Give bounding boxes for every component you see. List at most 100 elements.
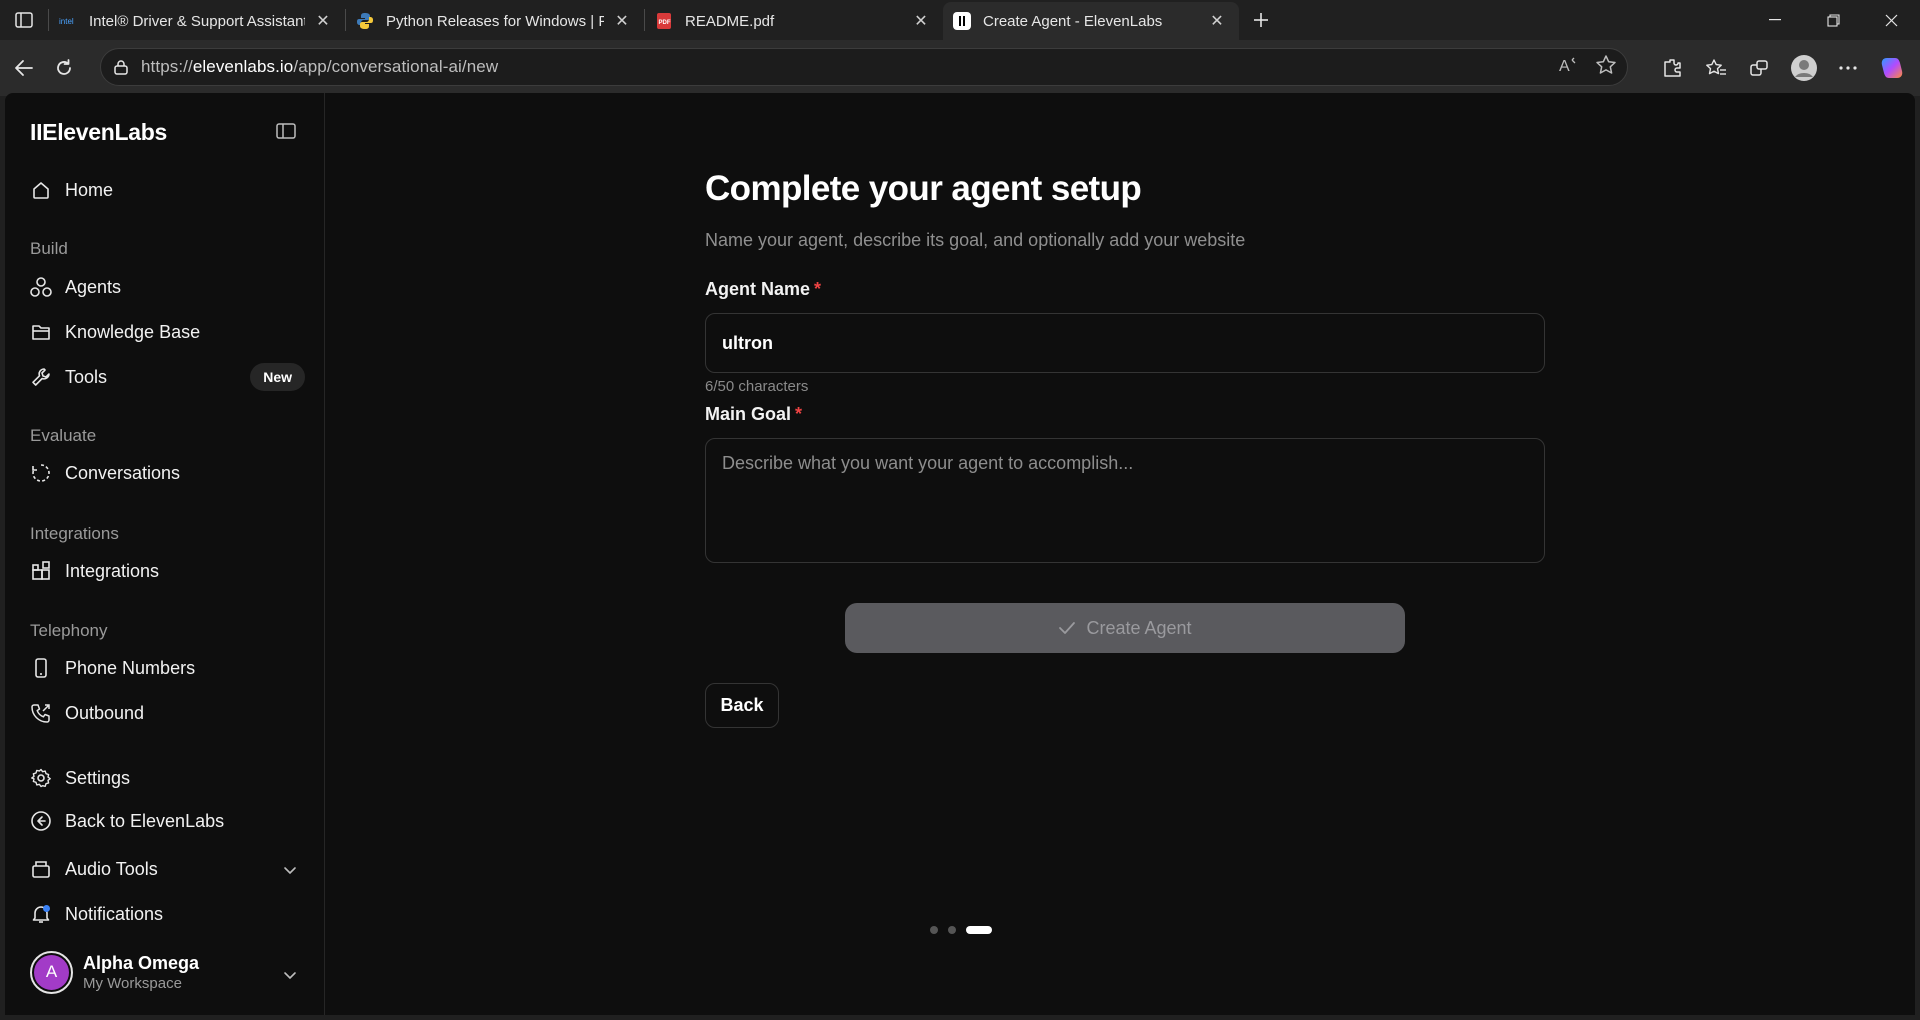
read-aloud-icon[interactable]: A: [1559, 56, 1581, 79]
sidebar-item-tools[interactable]: Tools New: [30, 359, 305, 395]
sidebar-item-conversations[interactable]: Conversations: [30, 455, 305, 491]
address-bar[interactable]: https://elevenlabs.io/app/conversational…: [100, 48, 1628, 86]
favorites-icon[interactable]: [1694, 48, 1738, 88]
folder-icon: [30, 321, 52, 343]
extensions-icon[interactable]: [1650, 48, 1694, 88]
sidebar-item-label: Settings: [65, 767, 131, 788]
browser-tab-elevenlabs[interactable]: Create Agent - ElevenLabs ✕: [943, 2, 1239, 40]
tab-title: Create Agent - ElevenLabs: [983, 12, 1163, 30]
copilot-icon[interactable]: [1870, 48, 1914, 88]
create-agent-button[interactable]: Create Agent: [845, 603, 1405, 653]
page: IIElevenLabs Home Build Agents Knowledge…: [5, 93, 1915, 1015]
collections-icon[interactable]: [1738, 48, 1782, 88]
notification-dot: [43, 905, 50, 912]
section-build: Build: [30, 239, 68, 258]
sidebar-item-label: Integrations: [65, 560, 160, 581]
close-icon[interactable]: ✕: [311, 9, 335, 33]
sidebar-item-label: Agents: [65, 276, 122, 297]
outbound-call-icon: [30, 702, 52, 724]
main-goal-textarea[interactable]: Describe what you want your agent to acc…: [705, 438, 1545, 563]
sidebar-item-knowledge-base[interactable]: Knowledge Base: [30, 314, 305, 350]
page-subtitle: Name your agent, describe its goal, and …: [705, 230, 1246, 250]
wrench-icon: [30, 366, 52, 388]
user-info: Alpha Omega My Workspace: [83, 953, 199, 992]
address-bar-actions: A: [1559, 49, 1617, 85]
back-circle-icon: [30, 810, 52, 832]
step-dot-active[interactable]: [966, 926, 992, 934]
tab-actions-icon[interactable]: [0, 0, 48, 40]
step-dot[interactable]: [948, 926, 956, 934]
agent-name-input[interactable]: ultron: [705, 313, 1545, 373]
sidebar-item-label: Phone Numbers: [65, 657, 196, 678]
close-icon[interactable]: ✕: [610, 9, 634, 33]
svg-text:PDF: PDF: [659, 20, 671, 26]
more-menu-icon[interactable]: [1826, 48, 1870, 88]
required-mark: *: [795, 404, 803, 424]
sidebar-item-integrations[interactable]: Integrations: [30, 553, 305, 589]
integrations-icon: [30, 560, 52, 582]
sidebar-item-home[interactable]: Home: [30, 172, 305, 208]
tab-title: Intel® Driver & Support Assistant: [89, 12, 305, 30]
refresh-icon[interactable]: [44, 48, 84, 88]
back-button[interactable]: Back: [705, 683, 779, 728]
home-icon: [30, 179, 52, 201]
tab-title: README.pdf: [685, 12, 775, 30]
step-indicator: [930, 926, 992, 934]
toolbar-right: [1650, 48, 1914, 88]
sidebar-item-label: Back to ElevenLabs: [65, 810, 225, 831]
browser-toolbar: https://elevenlabs.io/app/conversational…: [0, 40, 1920, 96]
browser-tab-python[interactable]: Python Releases for Windows | Py ✕: [346, 3, 644, 39]
chevron-down-icon[interactable]: [283, 859, 297, 880]
close-icon[interactable]: ✕: [909, 9, 933, 33]
phone-icon: [30, 657, 52, 679]
close-window-icon[interactable]: [1862, 0, 1920, 40]
sidebar-item-label: Conversations: [65, 462, 181, 483]
svg-text:intel: intel: [59, 17, 74, 26]
favorite-star-icon[interactable]: [1595, 54, 1617, 81]
lock-icon[interactable]: [101, 59, 141, 75]
close-icon[interactable]: ✕: [1205, 9, 1229, 33]
sidebar-item-phone-numbers[interactable]: Phone Numbers: [30, 650, 305, 686]
window-controls: [1746, 0, 1920, 40]
char-counter: 6/50 characters: [705, 378, 809, 395]
sidebar-item-settings[interactable]: Settings: [30, 760, 305, 796]
conversations-icon: [30, 462, 52, 484]
intel-icon: intel: [59, 12, 77, 30]
browser-tab-bar: intel Intel® Driver & Support Assistant …: [0, 0, 1920, 40]
sidebar-item-label: Outbound: [65, 702, 145, 723]
check-icon: [1059, 622, 1076, 634]
url-text[interactable]: https://elevenlabs.io/app/conversational…: [141, 57, 498, 77]
restore-icon[interactable]: [1804, 0, 1862, 40]
profile-icon[interactable]: [1782, 48, 1826, 88]
main-goal-label: Main Goal *: [705, 404, 803, 424]
sidebar-collapse-icon[interactable]: [276, 123, 296, 139]
tab-title: Python Releases for Windows | Py: [386, 12, 604, 30]
sidebar-item-outbound[interactable]: Outbound: [30, 695, 305, 731]
browser-tab-readme[interactable]: PDF README.pdf ✕: [645, 3, 943, 39]
browser-tab-intel[interactable]: intel Intel® Driver & Support Assistant …: [49, 3, 345, 39]
gear-icon: [30, 767, 52, 789]
svg-text:A: A: [1559, 58, 1570, 74]
section-telephony: Telephony: [30, 621, 108, 640]
user-menu[interactable]: A Alpha Omega My Workspace: [30, 949, 305, 995]
minimize-icon[interactable]: [1746, 0, 1804, 40]
user-name: Alpha Omega: [83, 952, 200, 973]
avatar: A: [30, 950, 73, 994]
step-dot[interactable]: [930, 926, 938, 934]
chevron-down-icon[interactable]: [283, 967, 297, 985]
elevenlabs-logo[interactable]: IIElevenLabs: [30, 119, 167, 146]
pdf-icon: PDF: [655, 12, 673, 30]
sidebar-item-back-to-elevenlabs[interactable]: Back to ElevenLabs: [30, 803, 305, 839]
new-badge: New: [250, 363, 305, 391]
agents-icon: [30, 276, 52, 298]
workspace-name: My Workspace: [83, 974, 182, 992]
main-content: Complete your agent setup Name your agen…: [325, 93, 1915, 1015]
sidebar-item-notifications[interactable]: Notifications: [30, 896, 305, 932]
back-arrow-icon[interactable]: [4, 48, 44, 88]
sidebar-item-label: Notifications: [65, 903, 164, 924]
new-tab-icon[interactable]: [1243, 2, 1279, 38]
sidebar-item-agents[interactable]: Agents: [30, 269, 305, 305]
sidebar-item-audio-tools[interactable]: Audio Tools: [30, 851, 305, 887]
sidebar-item-label: Audio Tools: [65, 858, 158, 879]
required-mark: *: [814, 279, 822, 299]
